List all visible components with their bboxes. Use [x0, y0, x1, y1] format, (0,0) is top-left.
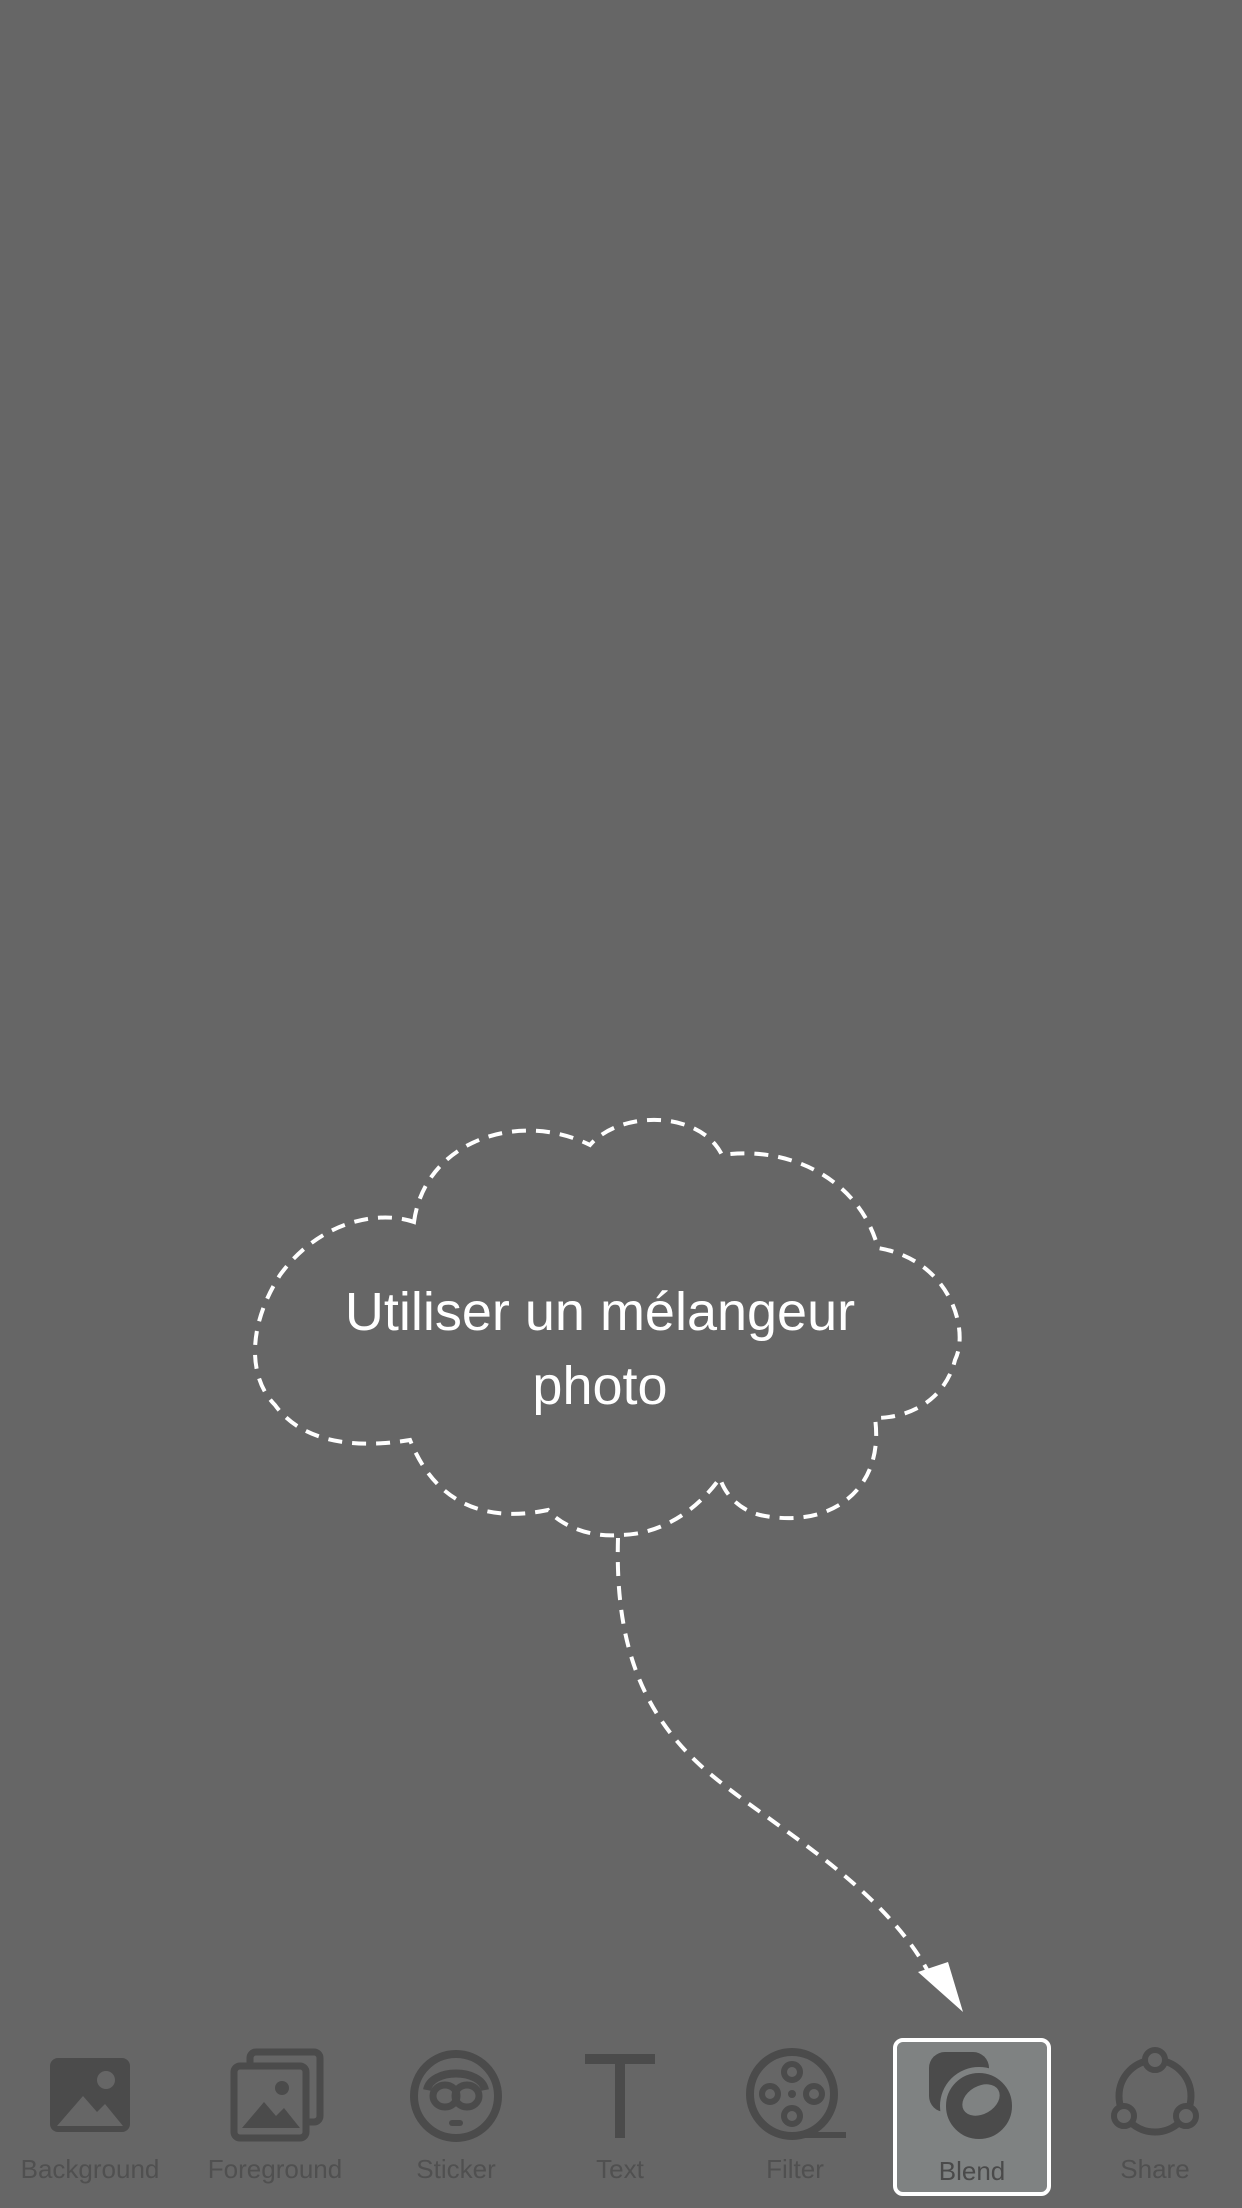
- hint-text: Utiliser un mélangeur photo: [280, 1275, 920, 1423]
- hint-line-2: photo: [532, 1356, 668, 1416]
- background-image-icon: [50, 2058, 130, 2132]
- toolbar-item-filter[interactable]: Filter: [715, 2036, 875, 2192]
- toolbar-item-text[interactable]: Text: [540, 2036, 700, 2192]
- toolbar-item-blend[interactable]: Blend: [893, 2038, 1051, 2196]
- bottom-toolbar: Background Foreground Sticker Text Filte…: [0, 2028, 1242, 2208]
- film-reel-icon: [746, 2048, 846, 2140]
- toolbar-item-background[interactable]: Background: [10, 2036, 170, 2192]
- toolbar-label-sticker: Sticker: [416, 2154, 496, 2184]
- toolbar-label-background: Background: [20, 2154, 160, 2184]
- toolbar-label-blend: Blend: [938, 2156, 1006, 2186]
- toolbar-item-foreground[interactable]: Foreground: [195, 2036, 355, 2192]
- toolbar-label-foreground: Foreground: [207, 2154, 343, 2184]
- blend-circles-icon: [929, 2052, 1018, 2145]
- toolbar-item-sticker[interactable]: Sticker: [376, 2036, 536, 2192]
- toolbar-label-filter: Filter: [766, 2154, 824, 2184]
- share-nodes-icon: [1111, 2047, 1199, 2136]
- sticker-face-icon: [410, 2050, 502, 2142]
- toolbar-item-share[interactable]: Share: [1075, 2036, 1235, 2192]
- tutorial-overlay: [253, 1118, 963, 2012]
- hint-arrow-line: [615, 1537, 932, 1976]
- toolbar-label-share: Share: [1120, 2154, 1190, 2184]
- text-t-icon: [585, 2054, 655, 2138]
- hint-line-1: Utiliser un mélangeur: [344, 1282, 856, 1342]
- foreground-images-icon: [230, 2048, 324, 2142]
- toolbar-label-text: Text: [596, 2154, 644, 2184]
